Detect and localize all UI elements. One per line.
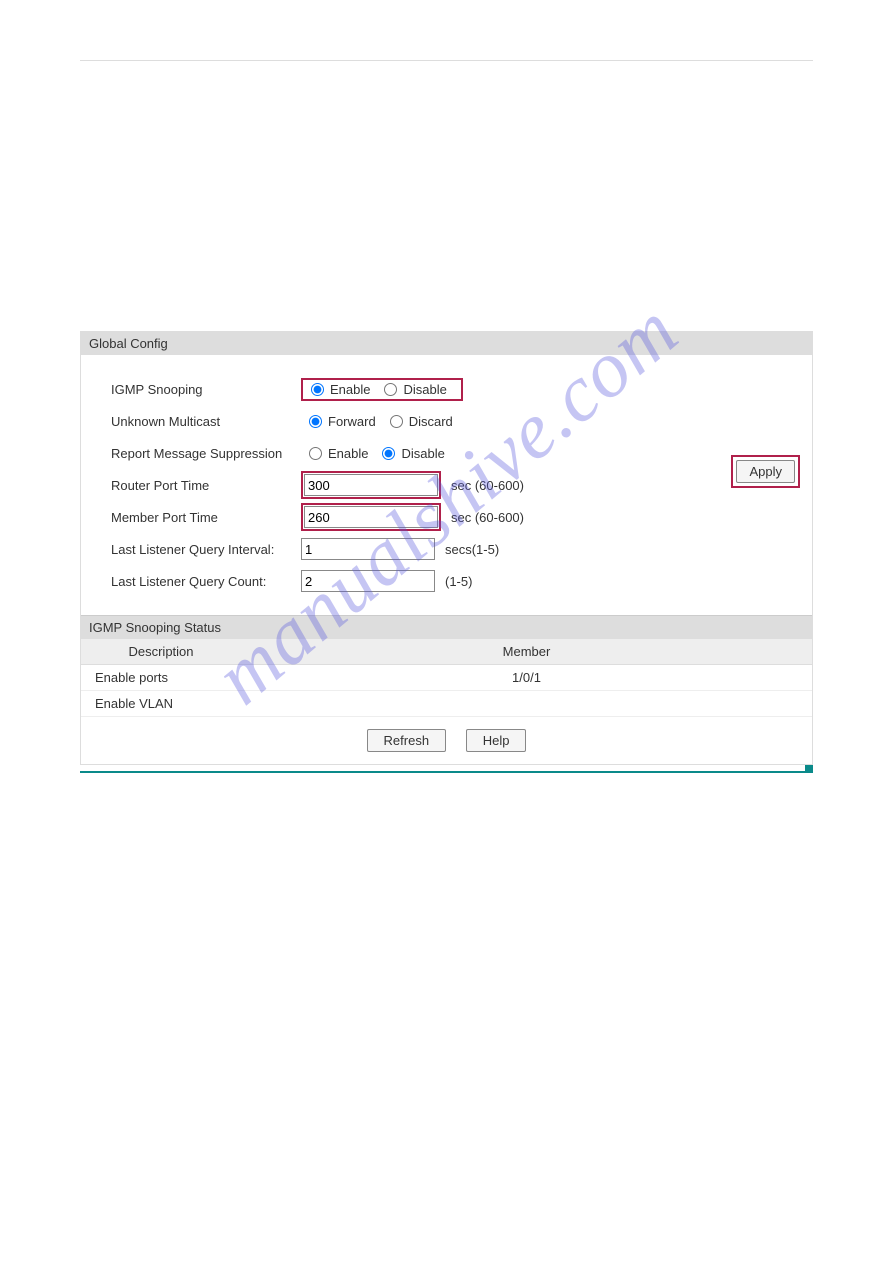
row-report-suppression: Report Message Suppression Enable Disabl… [111, 437, 802, 469]
discard-radio[interactable] [390, 415, 403, 428]
member-port-time-hint: sec (60-600) [451, 510, 524, 525]
igmp-enable-option[interactable]: Enable [307, 382, 370, 397]
igmp-snooping-radio-group: Enable Disable [301, 378, 463, 401]
col-member: Member [241, 639, 812, 665]
cell-description: Enable VLAN [81, 691, 241, 717]
global-config-title: Global Config [81, 332, 812, 355]
unknown-multicast-radio-group: Forward Discard [301, 412, 467, 431]
label-member-port-time: Member Port Time [111, 510, 301, 525]
label-unknown-multicast: Unknown Multicast [111, 414, 301, 429]
label-igmp-snooping: IGMP Snooping [111, 382, 301, 397]
global-config-form: IGMP Snooping Enable Disable [81, 355, 812, 615]
page-marker-icon [805, 765, 813, 773]
last-query-interval-input[interactable] [301, 538, 435, 560]
bottom-teal-divider [80, 771, 813, 773]
apply-button[interactable]: Apply [736, 460, 795, 483]
last-query-count-input[interactable] [301, 570, 435, 592]
suppression-disable-option[interactable]: Disable [378, 446, 444, 461]
suppression-disable-label: Disable [401, 446, 444, 461]
label-last-query-count: Last Listener Query Count: [111, 574, 301, 589]
report-suppression-radio-group: Enable Disable [301, 444, 459, 463]
col-description: Description [81, 639, 241, 665]
last-query-interval-hint: secs(1-5) [445, 542, 499, 557]
apply-highlight: Apply [731, 455, 800, 488]
router-port-time-input[interactable] [304, 474, 438, 496]
discard-label: Discard [409, 414, 453, 429]
suppression-enable-radio[interactable] [309, 447, 322, 460]
row-router-port-time: Router Port Time sec (60-600) [111, 469, 802, 501]
status-table: Description Member Enable ports 1/0/1 En… [81, 639, 812, 717]
member-port-time-highlight [301, 503, 441, 531]
row-igmp-snooping: IGMP Snooping Enable Disable [111, 373, 802, 405]
last-query-count-hint: (1-5) [445, 574, 472, 589]
igmp-disable-option[interactable]: Disable [380, 382, 446, 397]
forward-radio[interactable] [309, 415, 322, 428]
label-report-suppression: Report Message Suppression [111, 446, 301, 461]
top-divider [80, 60, 813, 61]
forward-label: Forward [328, 414, 376, 429]
status-title: IGMP Snooping Status [81, 615, 812, 639]
suppression-enable-option[interactable]: Enable [305, 446, 368, 461]
router-port-time-hint: sec (60-600) [451, 478, 524, 493]
row-last-query-interval: Last Listener Query Interval: secs(1-5) [111, 533, 802, 565]
refresh-button[interactable]: Refresh [367, 729, 447, 752]
cell-member: 1/0/1 [241, 665, 812, 691]
row-member-port-time: Member Port Time sec (60-600) [111, 501, 802, 533]
row-unknown-multicast: Unknown Multicast Forward Discard [111, 405, 802, 437]
help-button[interactable]: Help [466, 729, 527, 752]
igmp-disable-label: Disable [403, 382, 446, 397]
router-port-time-highlight [301, 471, 441, 499]
bottom-button-bar: Refresh Help [81, 717, 812, 764]
table-row: Enable ports 1/0/1 [81, 665, 812, 691]
label-router-port-time: Router Port Time [111, 478, 301, 493]
discard-option[interactable]: Discard [386, 414, 453, 429]
forward-option[interactable]: Forward [305, 414, 376, 429]
suppression-enable-label: Enable [328, 446, 368, 461]
igmp-enable-radio[interactable] [311, 383, 324, 396]
member-port-time-input[interactable] [304, 506, 438, 528]
cell-description: Enable ports [81, 665, 241, 691]
label-last-query-interval: Last Listener Query Interval: [111, 542, 301, 557]
suppression-disable-radio[interactable] [382, 447, 395, 460]
cell-member [241, 691, 812, 717]
igmp-disable-radio[interactable] [384, 383, 397, 396]
global-config-panel: Global Config IGMP Snooping Enable Disab… [80, 331, 813, 765]
table-row: Enable VLAN [81, 691, 812, 717]
igmp-enable-label: Enable [330, 382, 370, 397]
row-last-query-count: Last Listener Query Count: (1-5) [111, 565, 802, 597]
